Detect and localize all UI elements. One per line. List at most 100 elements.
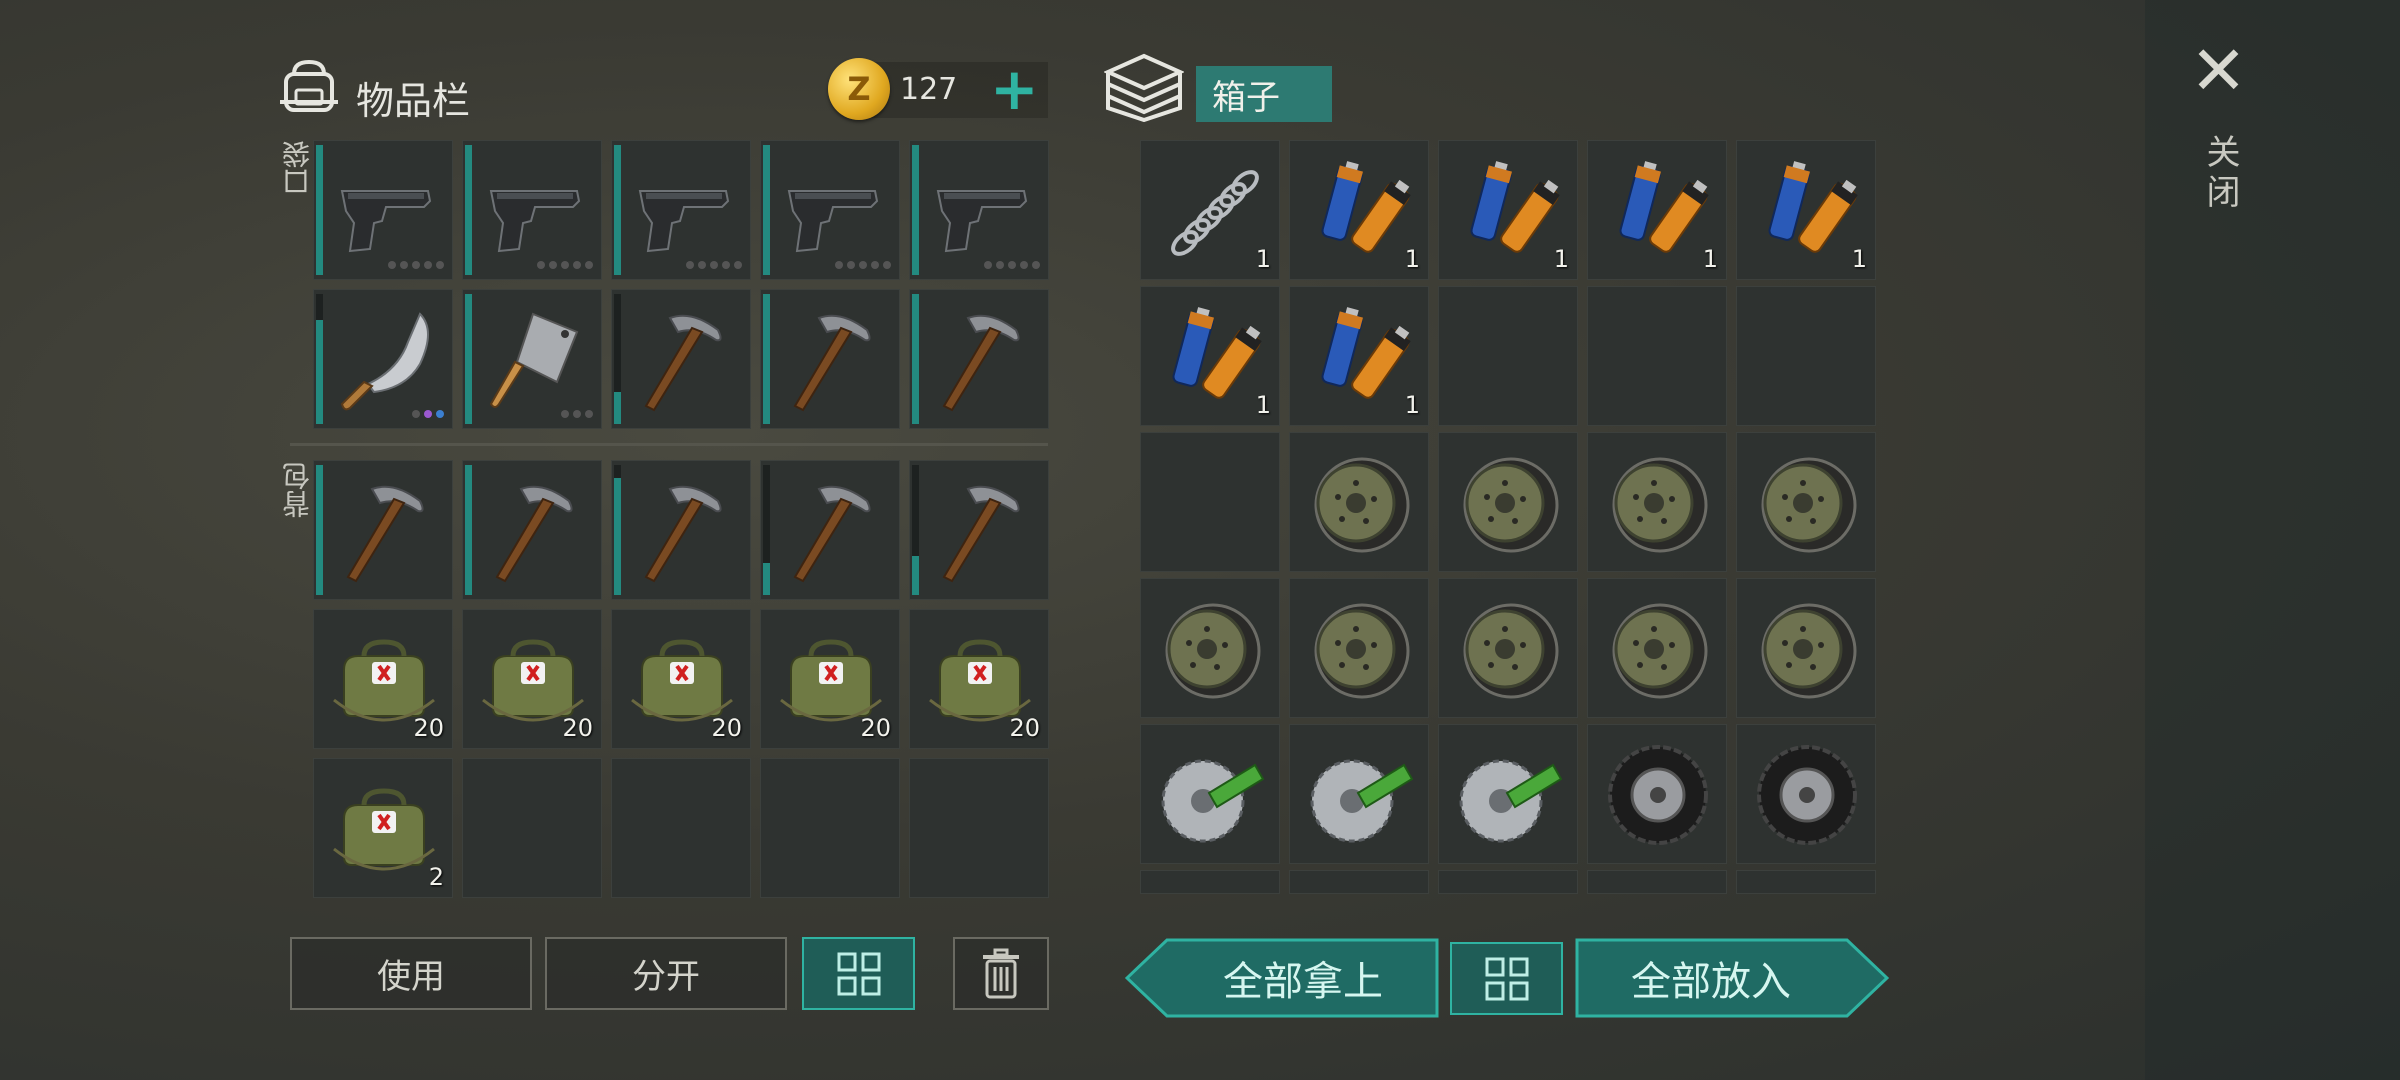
pocket-grid — [313, 140, 1049, 429]
container-slot[interactable] — [1289, 724, 1429, 864]
pocket-slot[interactable] — [313, 140, 453, 280]
container-slot[interactable] — [1736, 724, 1876, 864]
container-slot[interactable] — [1140, 870, 1280, 894]
durability-bar — [614, 465, 621, 595]
pocket-slot[interactable] — [313, 289, 453, 429]
container-title: 箱子 — [1196, 66, 1332, 122]
container-slot[interactable]: 1 — [1587, 140, 1727, 280]
pocket-slot[interactable] — [909, 289, 1049, 429]
container-slot[interactable]: 1 — [1289, 286, 1429, 426]
batteries-icon — [1619, 161, 1709, 253]
backpack-slot[interactable]: 20 — [611, 609, 751, 749]
backpack-slot[interactable] — [462, 460, 602, 600]
split-button[interactable]: 分开 — [545, 937, 787, 1010]
trash-button[interactable] — [953, 937, 1049, 1010]
add-coins-button[interactable]: + — [990, 60, 1039, 118]
close-label[interactable]: 关闭 — [2196, 134, 2245, 214]
container-slot[interactable] — [1289, 432, 1429, 572]
pocket-slot[interactable] — [462, 140, 602, 280]
use-button[interactable]: 使用 — [290, 937, 532, 1010]
container-slot[interactable] — [1587, 578, 1727, 718]
container-slot[interactable] — [1587, 724, 1727, 864]
item-quantity: 1 — [1553, 245, 1569, 273]
backpack-grid: 20 20 20 20 20 2 — [313, 460, 1049, 898]
pocket-slot[interactable] — [909, 140, 1049, 280]
upgrade-dots — [561, 410, 593, 418]
pickaxe-icon — [942, 485, 1020, 583]
backpack-slot[interactable] — [760, 460, 900, 600]
container-slot[interactable] — [1438, 432, 1578, 572]
upgrade-dots — [537, 261, 593, 269]
rim-icon — [1761, 603, 1857, 699]
backpack-icon — [280, 59, 338, 112]
container-slot[interactable] — [1140, 724, 1280, 864]
backpack-slot[interactable]: 20 — [313, 609, 453, 749]
container-slot[interactable] — [1289, 578, 1429, 718]
backpack-slot[interactable]: 20 — [760, 609, 900, 749]
upgrade-dots — [412, 410, 444, 418]
container-slot[interactable]: 1 — [1140, 286, 1280, 426]
container-sort-grid-button[interactable] — [1450, 942, 1563, 1015]
pocket-slot[interactable] — [760, 289, 900, 429]
spring-icon — [1171, 170, 1259, 256]
item-quantity: 20 — [860, 714, 891, 742]
item-quantity: 20 — [413, 714, 444, 742]
container-slot[interactable] — [1736, 432, 1876, 572]
pocket-slot[interactable] — [462, 289, 602, 429]
durability-bar — [316, 294, 323, 424]
pickaxe-icon — [793, 314, 871, 412]
container-slot[interactable] — [1438, 286, 1578, 426]
durability-bar — [316, 465, 323, 595]
pocket-slot[interactable] — [760, 140, 900, 280]
pickaxe-icon — [942, 314, 1020, 412]
backpack-slot[interactable]: 20 — [462, 609, 602, 749]
pocket-slot[interactable] — [611, 140, 751, 280]
container-slot[interactable] — [1140, 432, 1280, 572]
container-slot[interactable] — [1736, 578, 1876, 718]
container-slot[interactable]: 1 — [1140, 140, 1280, 280]
container-slot[interactable] — [1438, 578, 1578, 718]
backpack-slot[interactable]: 2 — [313, 758, 453, 898]
saw-blade-icon — [1161, 759, 1265, 843]
pickaxe-icon — [644, 314, 722, 412]
pistol-icon — [638, 190, 730, 253]
pickaxe-icon — [644, 485, 722, 583]
container-slot[interactable]: 1 — [1736, 140, 1876, 280]
saw-blade-icon — [1310, 759, 1414, 843]
pistol-icon — [936, 190, 1028, 253]
pickaxe-icon — [495, 485, 573, 583]
container-slot[interactable] — [1289, 870, 1429, 894]
backpack-slot[interactable] — [760, 758, 900, 898]
backpack-slot[interactable] — [611, 460, 751, 600]
take-all-button[interactable]: 全部拿上 — [1170, 940, 1436, 1016]
container-slot[interactable] — [1587, 432, 1727, 572]
container-slot[interactable] — [1736, 286, 1876, 426]
container-slot[interactable] — [1438, 724, 1578, 864]
container-slot[interactable]: 1 — [1438, 140, 1578, 280]
container-slot[interactable]: 1 — [1289, 140, 1429, 280]
backpack-slot[interactable] — [909, 460, 1049, 600]
container-slot[interactable] — [1140, 578, 1280, 718]
container-slot[interactable] — [1736, 870, 1876, 894]
container-grid: 1 1 1 1 1 1 1 — [1140, 140, 1876, 896]
backpack-slot[interactable] — [611, 758, 751, 898]
backpack-slot[interactable]: 20 — [909, 609, 1049, 749]
sort-grid-button[interactable] — [802, 937, 915, 1010]
upgrade-dots — [686, 261, 742, 269]
pickaxe-icon — [346, 485, 424, 583]
put-all-button[interactable]: 全部放入 — [1578, 940, 1844, 1016]
saw-blade-icon — [1459, 759, 1563, 843]
backpack-slot[interactable] — [313, 460, 453, 600]
container-slot[interactable] — [1587, 286, 1727, 426]
backpack-slot[interactable] — [909, 758, 1049, 898]
tire-icon — [1608, 745, 1708, 845]
pistol-icon — [340, 190, 432, 253]
container-slot[interactable] — [1438, 870, 1578, 894]
durability-bar — [614, 294, 621, 424]
durability-bar — [763, 465, 770, 595]
container-slot[interactable] — [1587, 870, 1727, 894]
pocket-slot[interactable] — [611, 289, 751, 429]
rim-icon — [1612, 457, 1708, 553]
close-icon[interactable]: ✕ — [2190, 38, 2247, 106]
backpack-slot[interactable] — [462, 758, 602, 898]
